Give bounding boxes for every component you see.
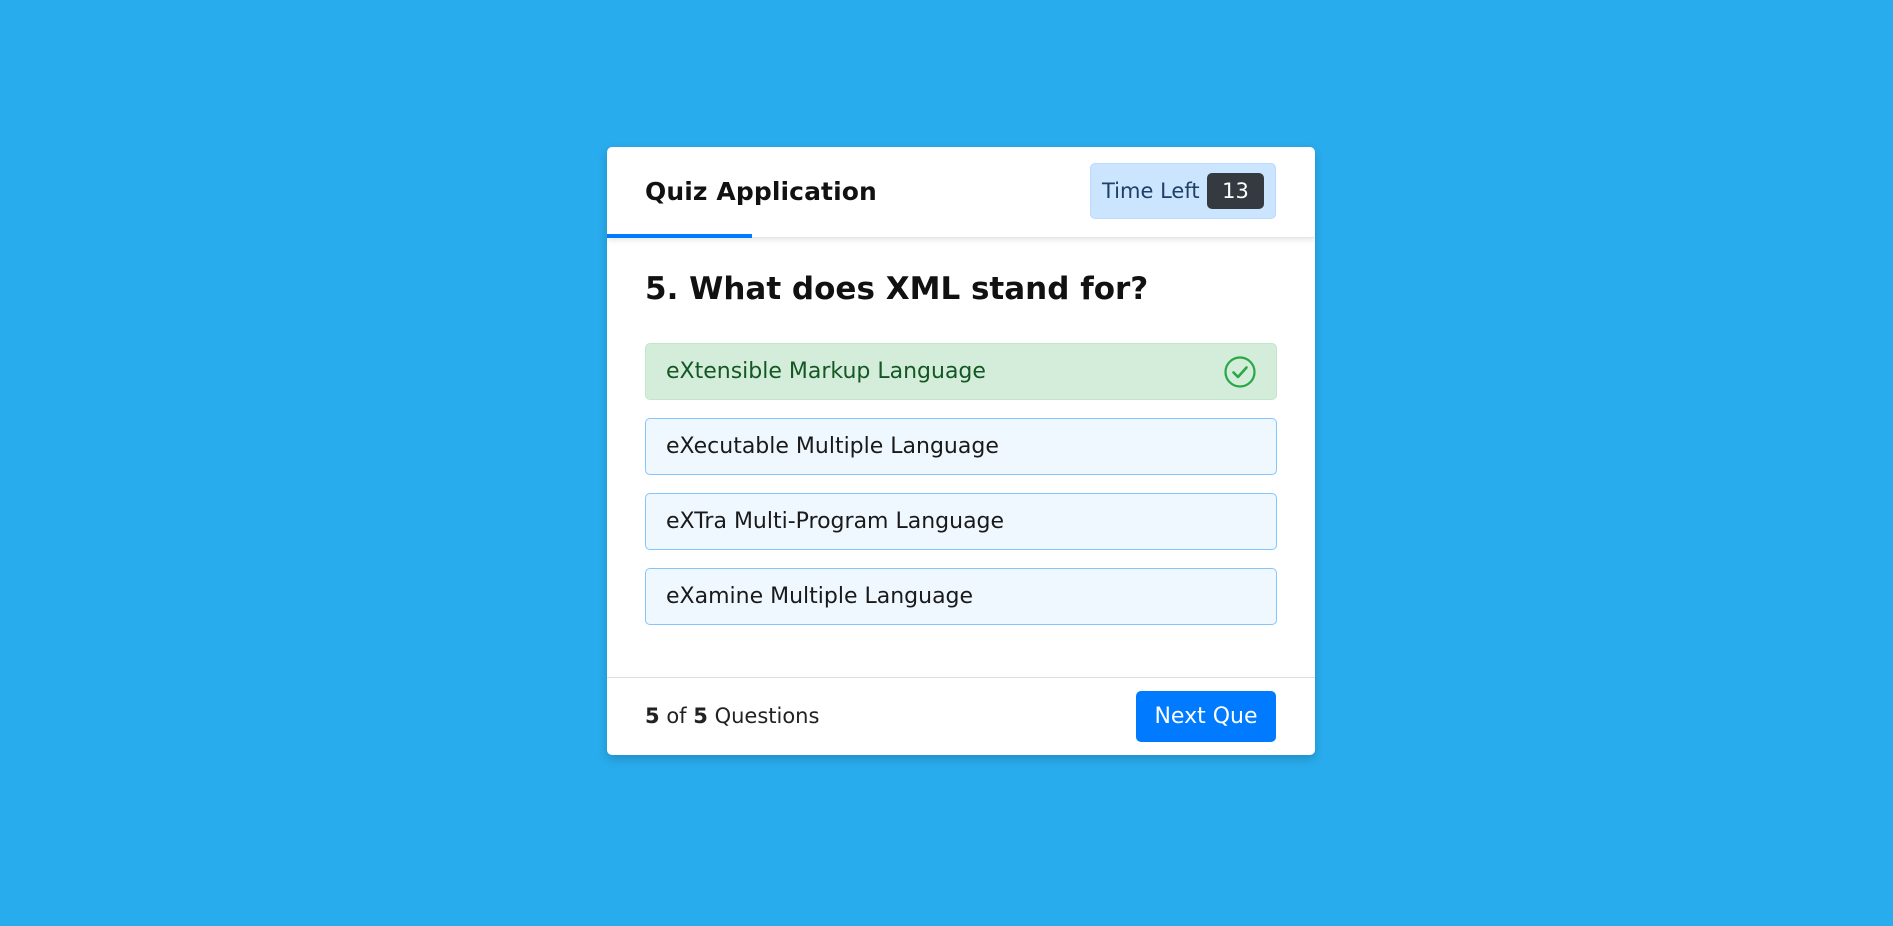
quiz-box: Quiz Application Time Left 13 5. What do… — [607, 147, 1315, 755]
option-label: eXecutable Multiple Language — [666, 434, 999, 459]
option-list: eXtensible Markup Language eXecutable Mu… — [645, 343, 1277, 643]
timer-seconds: 13 — [1207, 173, 1264, 209]
option-correct[interactable]: eXtensible Markup Language — [645, 343, 1277, 400]
counter-questions-text: Questions — [714, 704, 820, 728]
counter-of-text: of — [666, 704, 687, 728]
option-label: eXTra Multi-Program Language — [666, 509, 1005, 534]
timer-label: Time Left — [1102, 179, 1200, 203]
timer: Time Left 13 — [1090, 163, 1276, 219]
option-label: eXamine Multiple Language — [666, 584, 974, 609]
option-item[interactable]: eXecutable Multiple Language — [645, 418, 1277, 475]
option-item[interactable]: eXTra Multi-Program Language — [645, 493, 1277, 550]
quiz-header: Quiz Application Time Left 13 — [607, 147, 1315, 238]
next-question-button[interactable]: Next Que — [1136, 691, 1276, 742]
current-question-number: 5 — [645, 704, 660, 728]
question-text: 5. What does XML stand for? — [645, 271, 1149, 307]
page-background: { "header": { "title": "Quiz Application… — [0, 0, 1893, 926]
total-question-number: 5 — [693, 704, 708, 728]
option-item[interactable]: eXamine Multiple Language — [645, 568, 1277, 625]
question-counter: 5 of 5 Questions — [645, 704, 819, 728]
check-circle-icon — [1224, 356, 1256, 388]
option-label: eXtensible Markup Language — [666, 359, 986, 384]
time-line-progress — [607, 234, 753, 238]
quiz-footer: 5 of 5 Questions Next Que — [607, 677, 1315, 755]
quiz-title: Quiz Application — [645, 177, 877, 206]
